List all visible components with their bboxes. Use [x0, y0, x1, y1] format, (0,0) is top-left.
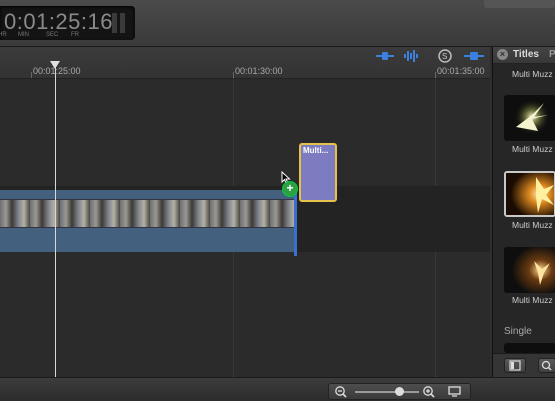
playhead[interactable] — [50, 61, 60, 377]
browser-footer — [493, 353, 555, 378]
timecode-meter-icon — [112, 13, 128, 33]
unit-hr: HR — [0, 32, 7, 38]
search-icon — [541, 360, 552, 371]
muzzle-flash-icon — [514, 99, 550, 135]
zoom-in-icon[interactable] — [422, 385, 436, 398]
dragged-title-clip[interactable]: Multi... — [299, 143, 337, 202]
bottom-bar — [0, 377, 555, 401]
section-header: Single — [504, 326, 532, 337]
dragged-title-label: Multi... — [303, 146, 329, 155]
svg-text:S: S — [442, 52, 447, 61]
timecode-display[interactable]: 0:01:25:16 HR MIN SEC FR — [0, 6, 135, 40]
title-thumbnail[interactable] — [504, 343, 555, 353]
add-plus-icon: + — [282, 181, 298, 197]
sidebar-icon — [509, 360, 521, 371]
zoom-out-icon[interactable] — [334, 385, 348, 398]
title-thumbnail[interactable] — [504, 95, 555, 141]
close-icon[interactable]: × — [497, 49, 508, 60]
title-caption: Multi Muzz — [512, 69, 553, 79]
unit-sec: SEC — [46, 32, 59, 38]
ruler-tick — [31, 72, 32, 78]
browser-header: × Titles P — [493, 47, 555, 64]
top-toolbar: 0:01:25:16 HR MIN SEC FR — [0, 0, 555, 47]
browser-tab-titles[interactable]: Titles — [513, 49, 539, 60]
title-caption: Multi Muzz — [512, 220, 553, 230]
titles-browser: × Titles P Multi Muzz Multi Muzz Multi M… — [492, 47, 555, 378]
browser-tab-partial[interactable]: P — [549, 49, 555, 60]
clip-end-handle[interactable] — [294, 190, 297, 256]
clip-appearance-icon[interactable] — [447, 385, 463, 398]
toolbar-button[interactable] — [484, 0, 555, 8]
timeline[interactable]: 00:01:25:00 00:01:30:00 00:01:35:00 S Mu… — [0, 47, 490, 377]
ruler-label: 00:01:35:00 — [437, 66, 485, 76]
timeline-ruler[interactable]: 00:01:25:00 00:01:30:00 00:01:35:00 S — [0, 47, 490, 79]
video-clip[interactable] — [0, 190, 297, 256]
clip-filmstrip — [0, 199, 294, 228]
search-button[interactable] — [538, 358, 555, 373]
zoom-control[interactable] — [328, 383, 471, 400]
ruler-label: 00:01:30:00 — [235, 66, 283, 76]
title-thumbnail-selected[interactable] — [504, 171, 555, 217]
show-sidebar-button[interactable] — [504, 358, 526, 373]
zoom-slider[interactable] — [355, 387, 419, 396]
unit-fr: FR — [71, 32, 79, 38]
muzzle-flash-icon — [504, 247, 555, 293]
timeline-toggle-icons[interactable]: S — [372, 49, 490, 63]
title-caption: Multi Muzz — [512, 295, 553, 305]
unit-min: MIN — [18, 32, 29, 38]
muzzle-flash-icon — [506, 173, 554, 215]
title-caption: Multi Muzz — [512, 144, 553, 154]
playhead-marker-icon[interactable] — [50, 61, 60, 69]
zoom-slider-knob[interactable] — [394, 387, 404, 396]
title-thumbnail[interactable] — [504, 247, 555, 293]
